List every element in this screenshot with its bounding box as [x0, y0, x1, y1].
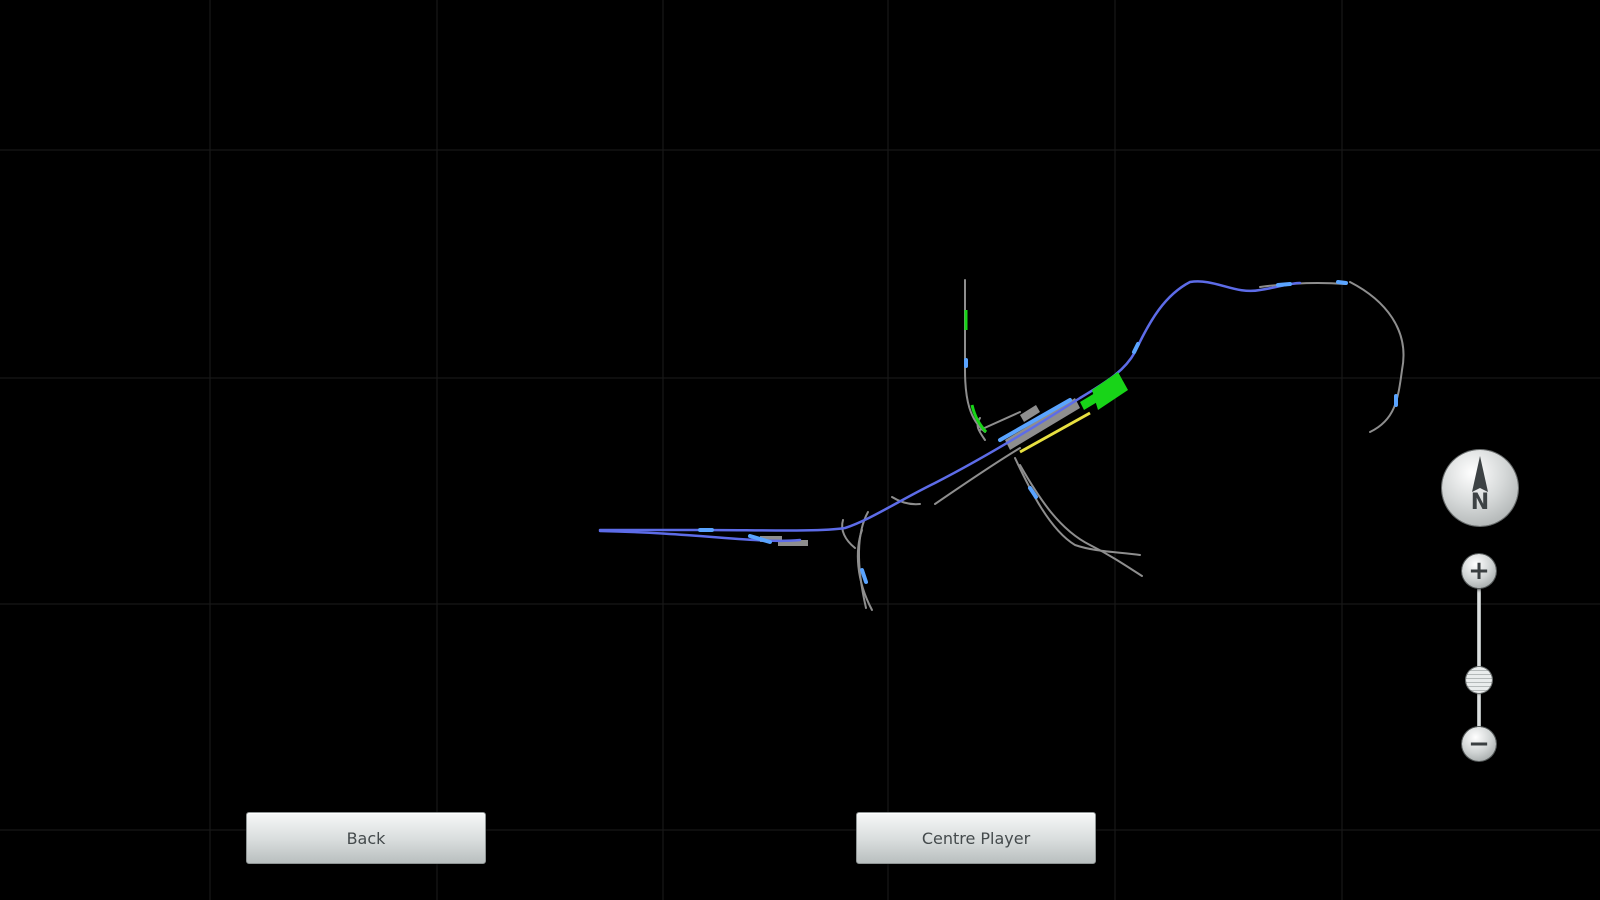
back-button-label: Back [346, 828, 386, 848]
map-grid [0, 0, 1600, 900]
track-network [841, 279, 1405, 611]
back-button[interactable]: Back [246, 812, 486, 864]
zoom-in-button[interactable]: + [1462, 554, 1496, 588]
zoom-out-button[interactable]: − [1462, 727, 1496, 761]
centre-player-button[interactable]: Centre Player [856, 812, 1096, 864]
zoom-slider-track[interactable] [1477, 572, 1481, 744]
route-line [598, 280, 1302, 543]
track-map[interactable] [0, 0, 1600, 900]
centre-player-button-label: Centre Player [921, 828, 1031, 848]
signal-markers [698, 280, 1398, 584]
minus-icon: − [1468, 729, 1490, 759]
compass-north-label: N [1470, 490, 1490, 515]
compass[interactable]: N [1442, 450, 1518, 526]
station-area [964, 310, 1128, 454]
plus-icon: + [1468, 556, 1490, 586]
zoom-slider-handle[interactable] [1466, 667, 1492, 693]
